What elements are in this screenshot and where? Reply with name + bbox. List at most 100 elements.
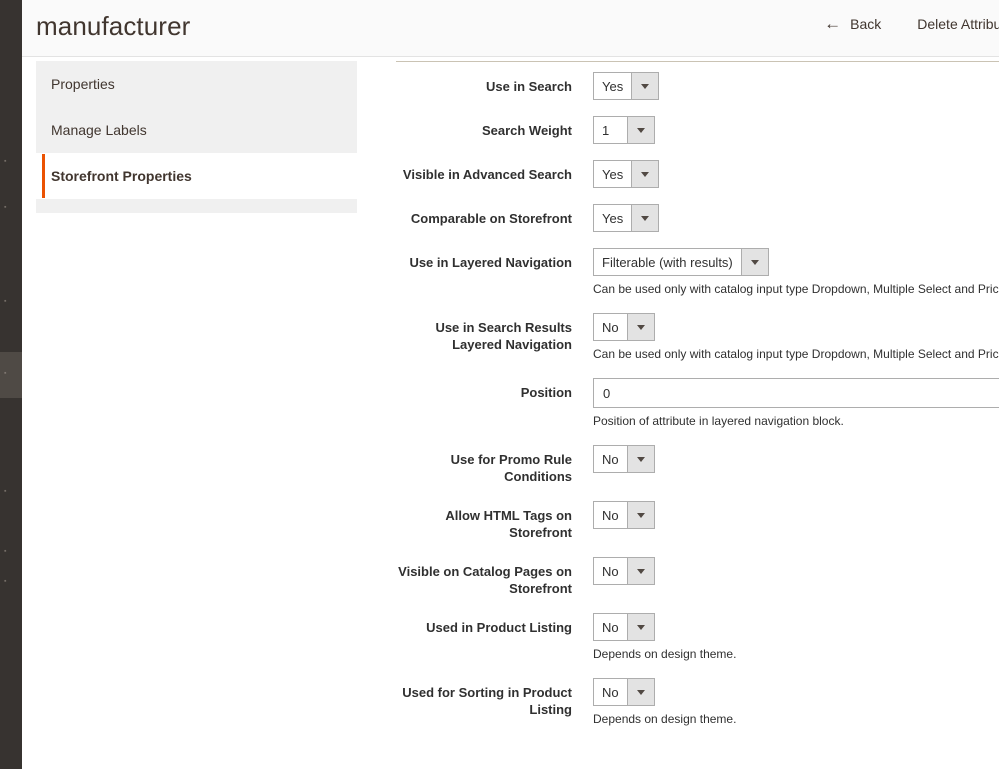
field-control: No Depends on design theme. [593,678,999,727]
field-label: Allow HTML Tags on Storefront [445,508,572,540]
tab-properties[interactable]: Properties [36,61,357,107]
page-header: manufacturer ← Back Delete Attribute [22,0,999,57]
back-button-label: Back [850,16,882,32]
field-control: Yes [593,160,999,188]
use-in-search-results-layered-navigation-select[interactable]: No [593,313,655,341]
field-visible-on-catalog-pages-on-storefront: Visible on Catalog Pages on Storefront N… [396,557,999,597]
field-use-for-promo-rule-conditions: Use for Promo Rule Conditions No [396,445,999,485]
use-in-search-select[interactable]: Yes [593,72,660,100]
visible-on-catalog-pages-on-storefront-select[interactable]: No [593,557,655,585]
field-comparable-on-storefront: Comparable on Storefront Yes [396,204,999,232]
nav-icon: ▪ [4,578,7,585]
field-label: Used for Sorting in Product Listing [402,685,572,717]
delete-attribute-button[interactable]: Delete Attribute [917,16,999,32]
tab-list-footer [36,199,357,213]
field-control: Position of attribute in layered navigat… [593,378,999,429]
chevron-down-icon [627,614,654,640]
allow-html-tags-on-storefront-select[interactable]: No [593,501,655,529]
chevron-down-icon [627,314,654,340]
nav-icon: ▪ [4,488,7,495]
tab-storefront-properties[interactable]: Storefront Properties [36,153,357,199]
field-label: Use in Search [486,79,572,94]
page-title: manufacturer [36,11,191,41]
select-value: Yes [594,161,632,187]
nav-icon: ▪ [4,204,7,211]
field-search-weight: Search Weight 1 [396,116,999,144]
nav-icon: ▪ [4,298,7,305]
use-in-layered-navigation-select[interactable]: Filterable (with results) [593,248,769,276]
admin-nav-item[interactable]: ▪ [0,186,22,232]
field-control: No [593,501,999,529]
tab-label: Properties [51,76,115,92]
search-weight-select[interactable]: 1 [593,116,655,144]
tab-label: Storefront Properties [51,168,192,184]
field-control: No [593,445,999,473]
tab-manage-labels[interactable]: Manage Labels [36,107,357,153]
comparable-on-storefront-select[interactable]: Yes [593,204,660,232]
chevron-down-icon [627,679,654,705]
used-for-sorting-in-product-listing-select[interactable]: No [593,678,655,706]
admin-nav-item[interactable]: ▪ [0,140,22,186]
storefront-properties-form: Use in Search Yes Search Weight 1 Visibl [396,61,999,737]
field-note: Can be used only with catalog input type… [593,282,999,296]
field-control: Filterable (with results) Can be used on… [593,248,999,297]
select-value: Filterable (with results) [594,249,741,275]
page-actions: ← Back Delete Attribute [824,14,999,33]
admin-nav-item[interactable]: ▪ [0,560,22,606]
field-use-in-search-results-layered-navigation: Use in Search Results Layered Navigation… [396,313,999,362]
field-allow-html-tags-on-storefront: Allow HTML Tags on Storefront No [396,501,999,541]
select-value: No [594,558,627,584]
visible-in-advanced-search-select[interactable]: Yes [593,160,660,188]
field-control: No Depends on design theme. [593,613,999,662]
back-button[interactable]: ← Back [824,14,882,33]
used-in-product-listing-select[interactable]: No [593,613,655,641]
field-used-for-sorting-in-product-listing: Used for Sorting in Product Listing No D… [396,678,999,727]
chevron-down-icon [627,117,654,143]
nav-icon: ▪ [4,548,7,555]
field-note: Depends on design theme. [593,647,737,661]
chevron-down-icon [631,73,659,99]
select-value: No [594,614,627,640]
field-control: 1 [593,116,999,144]
arrow-left-icon: ← [824,14,842,33]
attribute-tabs: Properties Manage Labels Storefront Prop… [36,61,357,213]
field-note: Can be used only with catalog input type… [593,347,999,361]
field-label: Used in Product Listing [426,620,572,635]
field-label: Comparable on Storefront [410,211,572,226]
chevron-down-icon [627,558,654,584]
tab-label: Manage Labels [51,122,147,138]
field-control: Yes [593,72,999,100]
select-value: No [594,679,627,705]
field-note: Position of attribute in layered navigat… [593,414,844,428]
admin-sidebar-nav[interactable]: ▪ ▪ ▪ ▪ ▪ ▪ ▪ [0,0,22,769]
select-value: Yes [594,73,632,99]
chevron-down-icon [631,161,659,187]
field-label: Visible in Advanced Search [402,167,572,182]
position-input[interactable] [593,378,999,408]
admin-nav-item[interactable]: ▪ [0,470,22,516]
use-for-promo-rule-conditions-select[interactable]: No [593,445,655,473]
chevron-down-icon [627,502,654,528]
admin-nav-item-active[interactable]: ▪ [0,352,22,398]
nav-icon: ▪ [4,158,7,165]
chevron-down-icon [740,249,768,275]
field-used-in-product-listing: Used in Product Listing No Depends on de… [396,613,999,662]
field-label: Use in Layered Navigation [409,255,572,270]
field-label: Search Weight [481,123,572,138]
field-position: Position Position of attribute in layere… [396,378,999,429]
admin-nav-item[interactable]: ▪ [0,280,22,326]
form-top-divider [396,61,999,62]
field-label: Use in Search Results Layered Navigation [435,320,572,352]
select-value: No [594,502,627,528]
field-use-in-layered-navigation: Use in Layered Navigation Filterable (wi… [396,248,999,297]
select-value: No [594,446,627,472]
select-value: No [594,314,627,340]
field-control: No Can be used only with catalog input t… [593,313,999,362]
field-control: Yes [593,204,999,232]
select-value: 1 [594,117,627,143]
field-label: Use for Promo Rule Conditions [450,452,572,484]
field-use-in-search: Use in Search Yes [396,72,999,100]
chevron-down-icon [631,205,659,231]
field-label: Visible on Catalog Pages on Storefront [398,564,572,596]
field-label: Position [520,385,572,400]
